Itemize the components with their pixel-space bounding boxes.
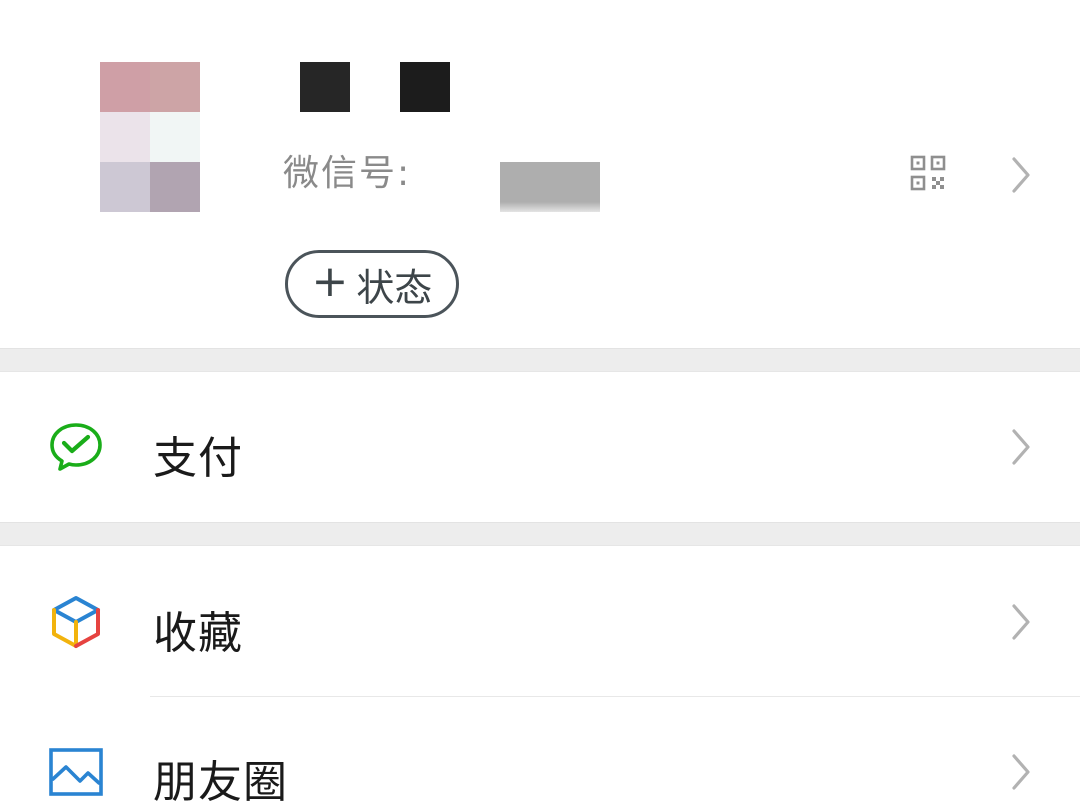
chevron-right-icon <box>1012 754 1030 790</box>
menu-item-label: 支付 <box>153 433 243 484</box>
moments-image-icon <box>49 748 103 796</box>
wechat-id-label: 微信号: <box>283 153 412 194</box>
status-button-label: 状态 <box>356 265 433 310</box>
chevron-right-icon[interactable] <box>1010 155 1032 195</box>
profile-header[interactable]: 微信号: + 状态 <box>0 0 1080 348</box>
me-page: 微信号: + 状态 支付 收藏 朋友圈 <box>0 0 1080 811</box>
wechat-pay-icon <box>50 423 102 471</box>
avatar[interactable] <box>100 62 200 212</box>
favorites-cube-icon <box>52 596 100 648</box>
chevron-right-icon <box>1012 429 1030 465</box>
chevron-right-icon <box>1012 604 1030 640</box>
menu-item-moments[interactable]: 朋友圈 <box>0 697 1080 811</box>
section-divider <box>0 522 1080 546</box>
menu-item-pay[interactable]: 支付 <box>0 372 1080 522</box>
plus-icon: + <box>311 256 349 307</box>
section-divider <box>0 348 1080 372</box>
qr-code-icon[interactable] <box>910 155 946 191</box>
menu-item-label: 朋友圈 <box>153 757 288 808</box>
add-status-button[interactable]: + 状态 <box>285 250 459 318</box>
menu-item-favorites[interactable]: 收藏 <box>0 546 1080 696</box>
wechat-id-value-redacted <box>500 162 600 212</box>
menu-item-label: 收藏 <box>153 608 243 659</box>
